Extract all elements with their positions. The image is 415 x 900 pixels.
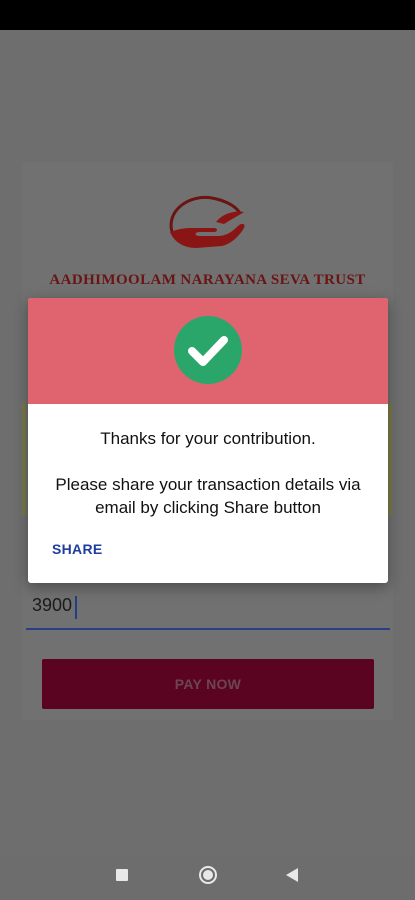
check-circle-icon xyxy=(174,316,242,384)
org-title: AADHIMOOLAM NARAYANA SEVA TRUST xyxy=(49,272,366,288)
trust-hands-logo xyxy=(169,195,245,248)
field-highlight-right xyxy=(388,403,392,515)
triangle-back-icon[interactable] xyxy=(286,868,298,882)
field-highlight-left xyxy=(22,403,26,515)
success-dialog: Thanks for your contribution. Please sha… xyxy=(28,298,388,583)
status-bar xyxy=(0,0,415,30)
home-dot xyxy=(203,870,213,880)
text-cursor xyxy=(75,596,77,619)
dialog-message-thanks: Thanks for your contribution. xyxy=(100,429,316,448)
dialog-header xyxy=(28,298,388,404)
amount-input-underline xyxy=(26,628,390,630)
square-recent-icon[interactable] xyxy=(116,869,128,881)
pay-now-button[interactable]: PAY NOW xyxy=(42,659,374,709)
share-button[interactable]: SHARE xyxy=(52,541,103,557)
dialog-message-share-info: Please share your transaction details vi… xyxy=(55,475,361,517)
amount-input[interactable]: 3900 xyxy=(32,595,72,616)
